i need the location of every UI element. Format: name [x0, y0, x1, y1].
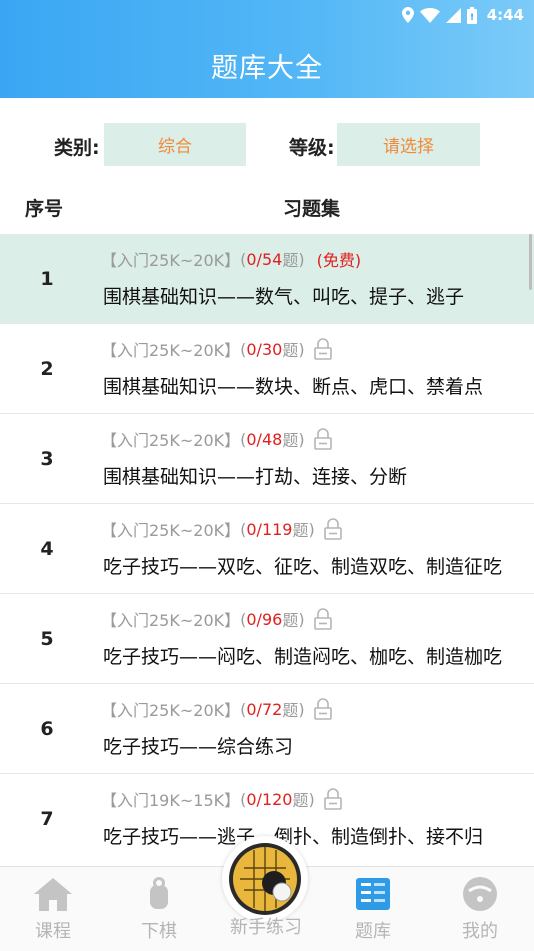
tab-play[interactable]: 下棋	[106, 867, 212, 951]
lock-icon	[323, 788, 342, 810]
page-title: 题库大全	[211, 53, 323, 84]
lock-icon	[313, 338, 332, 360]
battery-icon: !	[466, 6, 477, 24]
list-item[interactable]: 2 【入门25K~20K】(0/30 题) 围棋基础知识——数块、断点、虎口、禁着点	[0, 324, 534, 414]
progress-count: 0/96	[246, 609, 283, 629]
exercise-set-title: 围棋基础知识——打劫、连接、分断	[103, 466, 408, 488]
tab-label-play: 下棋	[141, 921, 177, 942]
wifi-icon	[419, 7, 440, 23]
svg-text:!: !	[470, 13, 474, 23]
row-meta: 【入门25K~20K】(0/54 题) (免费)	[101, 247, 361, 271]
level-range: 【入门25K~20K】	[101, 701, 241, 720]
level-label: 等级:	[289, 137, 335, 159]
count-unit: 题	[282, 431, 299, 450]
tab-course[interactable]: 课程	[0, 867, 106, 951]
tab-label-question-bank: 题库	[355, 921, 391, 942]
progress-count: 0/72	[246, 699, 283, 719]
row-index: 3	[40, 448, 54, 470]
list-item[interactable]: 4 【入门25K~20K】(0/119 题) 吃子技巧——双吃、征吃、制造双吃、制造征…	[0, 504, 534, 594]
lock-icon	[323, 518, 342, 540]
row-index: 1	[40, 268, 54, 290]
progress-count: 0/54	[246, 249, 283, 269]
tab-label-mine: 我的	[462, 921, 498, 942]
signal-icon	[445, 7, 461, 23]
row-index: 5	[40, 628, 54, 650]
tab-question-bank[interactable]: 题库	[320, 867, 426, 951]
column-header-set: 习题集	[283, 198, 341, 220]
clock-time: 4:44	[486, 6, 524, 24]
tab-label-course: 课程	[35, 921, 71, 942]
lock-icon	[313, 698, 332, 720]
location-icon	[401, 7, 414, 23]
list-item[interactable]: 1 【入门25K~20K】(0/54 题) (免费) 围棋基础知识——数气、叫吃、提子、…	[0, 234, 534, 324]
list-item[interactable]: 5 【入门25K~20K】(0/96 题) 吃子技巧——闷吃、制造闷吃、枷吃、制造枷吃	[0, 594, 534, 684]
category-label: 类别:	[54, 137, 100, 159]
count-close-paren: )	[298, 609, 305, 629]
row-index: 4	[40, 538, 54, 560]
row-index: 6	[40, 718, 54, 740]
exercise-set-list: 1 【入门25K~20K】(0/54 题) (免费) 围棋基础知识——数气、叫吃、提子、…	[0, 234, 534, 860]
count-close-paren: )	[308, 519, 315, 539]
row-meta: 【入门25K~20K】(0/96 题)	[101, 607, 333, 631]
question-bank-icon	[356, 878, 390, 910]
count-close-paren: )	[298, 429, 305, 449]
go-board-icon	[229, 843, 301, 915]
count-unit: 题	[282, 251, 299, 270]
row-meta: 【入门25K~20K】(0/48 题)	[101, 427, 333, 451]
level-range: 【入门19K~15K】	[101, 791, 241, 810]
progress-count: 0/48	[246, 429, 283, 449]
scrollbar[interactable]	[529, 234, 532, 290]
progress-count: 0/30	[246, 339, 283, 359]
status-bar: ! 4:44	[401, 4, 524, 26]
row-meta: 【入门25K~20K】(0/119 题)	[101, 517, 343, 541]
tab-mine[interactable]: 我的	[427, 867, 533, 951]
free-badge: (免费)	[316, 251, 362, 270]
column-header-index: 序号	[25, 198, 64, 220]
count-unit: 题	[292, 791, 309, 810]
level-range: 【入门25K~20K】	[101, 431, 241, 450]
category-select[interactable]: 综合	[104, 123, 246, 166]
row-index: 7	[40, 808, 54, 830]
row-meta: 【入门19K~15K】(0/120 题)	[101, 787, 343, 811]
level-range: 【入门25K~20K】	[101, 341, 241, 360]
exercise-set-title: 吃子技巧——综合练习	[103, 736, 294, 758]
exercise-set-title: 吃子技巧——双吃、征吃、制造双吃、制造征吃	[103, 556, 503, 578]
row-index: 2	[40, 358, 54, 380]
row-meta: 【入门25K~20K】(0/72 题)	[101, 697, 333, 721]
house-icon	[34, 878, 72, 911]
count-unit: 题	[282, 341, 299, 360]
list-item[interactable]: 3 【入门25K~20K】(0/48 题) 围棋基础知识——打劫、连接、分断	[0, 414, 534, 504]
progress-count: 0/119	[246, 519, 293, 539]
count-close-paren: )	[298, 699, 305, 719]
row-meta: 【入门25K~20K】(0/30 题)	[101, 337, 333, 361]
tab-label-beginner-practice: 新手练习	[230, 917, 302, 938]
progress-count: 0/120	[246, 789, 293, 809]
hand-icon	[150, 877, 168, 909]
count-close-paren: )	[298, 249, 305, 269]
count-close-paren: )	[308, 789, 315, 809]
level-range: 【入门25K~20K】	[101, 611, 241, 630]
count-unit: 题	[292, 521, 309, 540]
profile-icon	[463, 877, 497, 911]
exercise-set-title: 吃子技巧——闷吃、制造闷吃、枷吃、制造枷吃	[103, 646, 503, 668]
exercise-set-title: 围棋基础知识——数块、断点、虎口、禁着点	[103, 376, 484, 398]
count-unit: 题	[282, 611, 299, 630]
beginner-practice-button[interactable]	[222, 836, 308, 922]
lock-icon	[313, 428, 332, 450]
exercise-set-title: 围棋基础知识——数气、叫吃、提子、逃子	[103, 286, 465, 308]
filter-bar: 类别: 综合 等级: 请选择	[0, 123, 534, 167]
level-range: 【入门25K~20K】	[101, 251, 241, 270]
list-item[interactable]: 6 【入门25K~20K】(0/72 题) 吃子技巧——综合练习	[0, 684, 534, 774]
count-unit: 题	[282, 701, 299, 720]
lock-icon	[313, 608, 332, 630]
count-close-paren: )	[298, 339, 305, 359]
level-select[interactable]: 请选择	[337, 123, 480, 166]
level-range: 【入门25K~20K】	[101, 521, 241, 540]
app-header: ! 4:44 题库大全	[0, 0, 534, 98]
